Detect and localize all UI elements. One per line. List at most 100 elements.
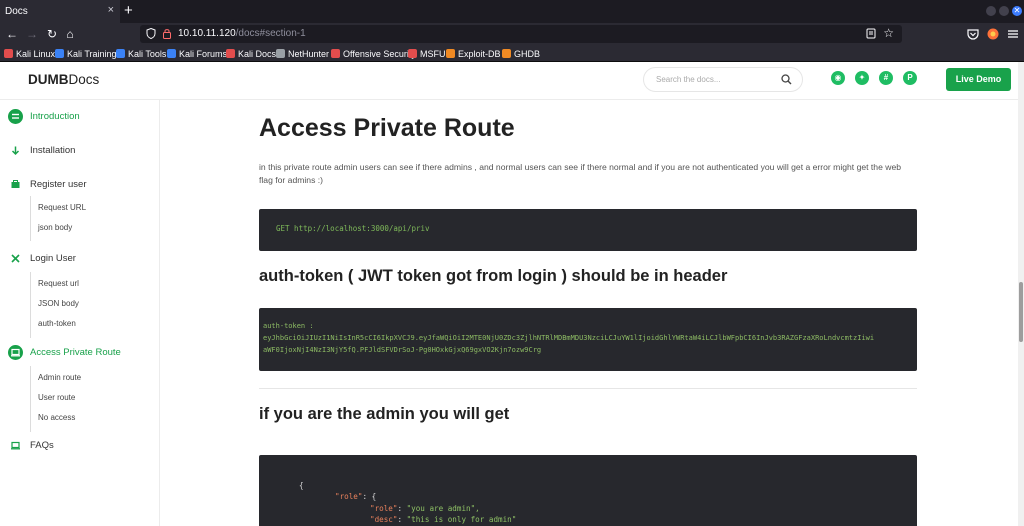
json-key: "desc" [370,515,398,524]
download-arrow-icon [8,143,23,158]
sidebar-item-access-private-route[interactable]: Access Private Route [8,344,121,360]
sidebar-item-label: Installation [30,144,76,156]
menu-icon[interactable] [1006,27,1020,41]
sidebar-sub-json-body[interactable]: json body [38,223,72,232]
live-demo-button[interactable]: Live Demo [946,68,1011,91]
sidebar-item-label: Introduction [30,110,80,122]
bookmark-label: Offensive Security [343,48,416,59]
forward-button[interactable]: → [24,26,40,42]
bookmark-star-icon[interactable]: ☆ [883,26,894,40]
close-window-button[interactable]: ✕ [1012,6,1022,16]
insecure-lock-icon[interactable] [162,28,172,39]
bookmark-icon [167,49,176,58]
laptop-icon [8,438,23,453]
shield-icon[interactable] [146,28,156,39]
login-sub-list: Request url JSON body auth-token [30,272,79,338]
bookmark-item[interactable]: Kali Training [55,47,117,60]
bookmark-item[interactable]: GHDB [502,47,540,60]
sidebar-sub-user-route[interactable]: User route [38,393,75,402]
sidebar-item-login-user[interactable]: Login User [8,250,76,266]
bookmark-item[interactable]: Kali Forums [167,47,227,60]
firefox-extension-icon[interactable] [986,27,1000,41]
bookmark-label: Kali Training [67,48,117,59]
site-logo[interactable]: DUMBDocs [28,72,99,87]
intro-paragraph: in this private route admin users can se… [259,162,902,185]
browser-tab[interactable]: Docs × [0,0,120,23]
request-code-text: GET http://localhost:3000/api/priv [276,224,430,233]
reader-view-icon[interactable] [866,28,876,39]
tools-icon [8,251,23,266]
slack-icon[interactable]: # [879,71,893,85]
logo-rest: Docs [68,72,100,87]
sidebar-sub-request-url[interactable]: Request url [38,279,79,288]
json-inner-role-line: "role": "you are admin", [370,504,480,513]
logo-bold: DUMB [28,72,69,87]
bookmark-icon [276,49,285,58]
sidebar-sub-json-body[interactable]: JSON body [38,299,79,308]
bookmark-label: Kali Linux [16,48,56,59]
request-code-block: GET http://localhost:3000/api/priv [259,209,917,251]
sidebar-item-installation[interactable]: Installation [8,142,75,158]
tab-close-button[interactable]: × [108,4,114,16]
intro-icon [8,108,23,124]
json-key: "role" [335,492,363,501]
home-button[interactable]: ⌂ [62,26,78,42]
back-button[interactable]: ← [4,26,20,42]
pocket-icon[interactable] [966,27,980,41]
search-box[interactable]: Search the docs... [643,67,803,92]
page-scrollbar[interactable] [1018,62,1024,526]
reload-button[interactable]: ↻ [44,26,60,42]
twitter-icon[interactable]: ✦ [855,71,869,85]
json-role-line: "role": { [335,492,376,501]
minimize-button[interactable] [986,6,996,16]
bookmark-label: Kali Docs [238,48,277,59]
url-bar[interactable]: 10.10.11.120/docs#section-1 ☆ [140,25,902,43]
bookmark-icon [226,49,235,58]
tab-title: Docs [5,6,28,17]
bookmark-item[interactable]: Exploit-DB [446,47,501,60]
maximize-button[interactable] [999,6,1009,16]
bookmark-item[interactable]: MSFU [408,47,446,60]
bookmark-item[interactable]: Kali Linux [4,47,55,60]
sidebar-item-register-user[interactable]: Register user [8,176,87,192]
page-title: Access Private Route [259,114,515,142]
bookmark-icon [408,49,417,58]
page: DUMBDocs Search the docs... ◉ ✦ # P Live… [0,62,1018,526]
bookmark-item[interactable]: Kali Tools [116,47,166,60]
sidebar-item-label: FAQs [30,439,54,451]
code-line: eyJhbGciOiJIUzI1NiIsInR5cCI6IkpXVCJ9.eyJ… [263,334,875,342]
bookmark-item[interactable]: Offensive Security [331,47,416,60]
url-path: /docs#section-1 [235,28,306,39]
bookmark-item[interactable]: NetHunter [276,47,329,60]
register-sub-list: Request URL json body [30,196,86,241]
admin-response-heading: if you are the admin you will get [259,405,510,423]
code-line: aWF0IjoxNjI4NzI3NjY5fQ.PFJldSFVDrSoJ-Pg0… [263,346,542,354]
site-header: DUMBDocs Search the docs... ◉ ✦ # P Live… [0,62,1018,100]
sidebar-item-label: Register user [30,178,87,190]
bookmark-icon [4,49,13,58]
sidebar-sub-request-url[interactable]: Request URL [38,203,86,212]
product-hunt-icon[interactable]: P [903,71,917,85]
json-desc-line: "desc": "this is only for admin" [370,515,517,524]
scrollbar-thumb[interactable] [1019,282,1023,342]
github-icon[interactable]: ◉ [831,71,845,85]
browser-tab-bar: Docs × + ✕ [0,0,1024,23]
code-line: auth-token : [263,322,314,330]
sidebar-nav: Introduction Installation Register user … [0,100,160,526]
json-punct: : { [362,492,377,501]
sidebar-sub-no-access[interactable]: No access [38,413,75,422]
section-divider [259,388,917,389]
sidebar-sub-auth-token[interactable]: auth-token [38,319,76,328]
json-value: "you are admin", [406,504,480,513]
new-tab-button[interactable]: + [124,2,133,20]
search-icon[interactable] [781,74,792,85]
sidebar-item-label: Access Private Route [30,346,121,358]
url-text[interactable]: 10.10.11.120/docs#section-1 [178,28,306,39]
bookmark-item[interactable]: Kali Docs [226,47,276,60]
sidebar-item-faqs[interactable]: FAQs [8,437,54,453]
sidebar-sub-admin-route[interactable]: Admin route [38,373,81,382]
sidebar-item-introduction[interactable]: Introduction [8,108,80,124]
bookmark-label: Exploit-DB [458,48,501,59]
search-placeholder: Search the docs... [656,75,721,84]
json-open-brace: { [299,481,304,490]
